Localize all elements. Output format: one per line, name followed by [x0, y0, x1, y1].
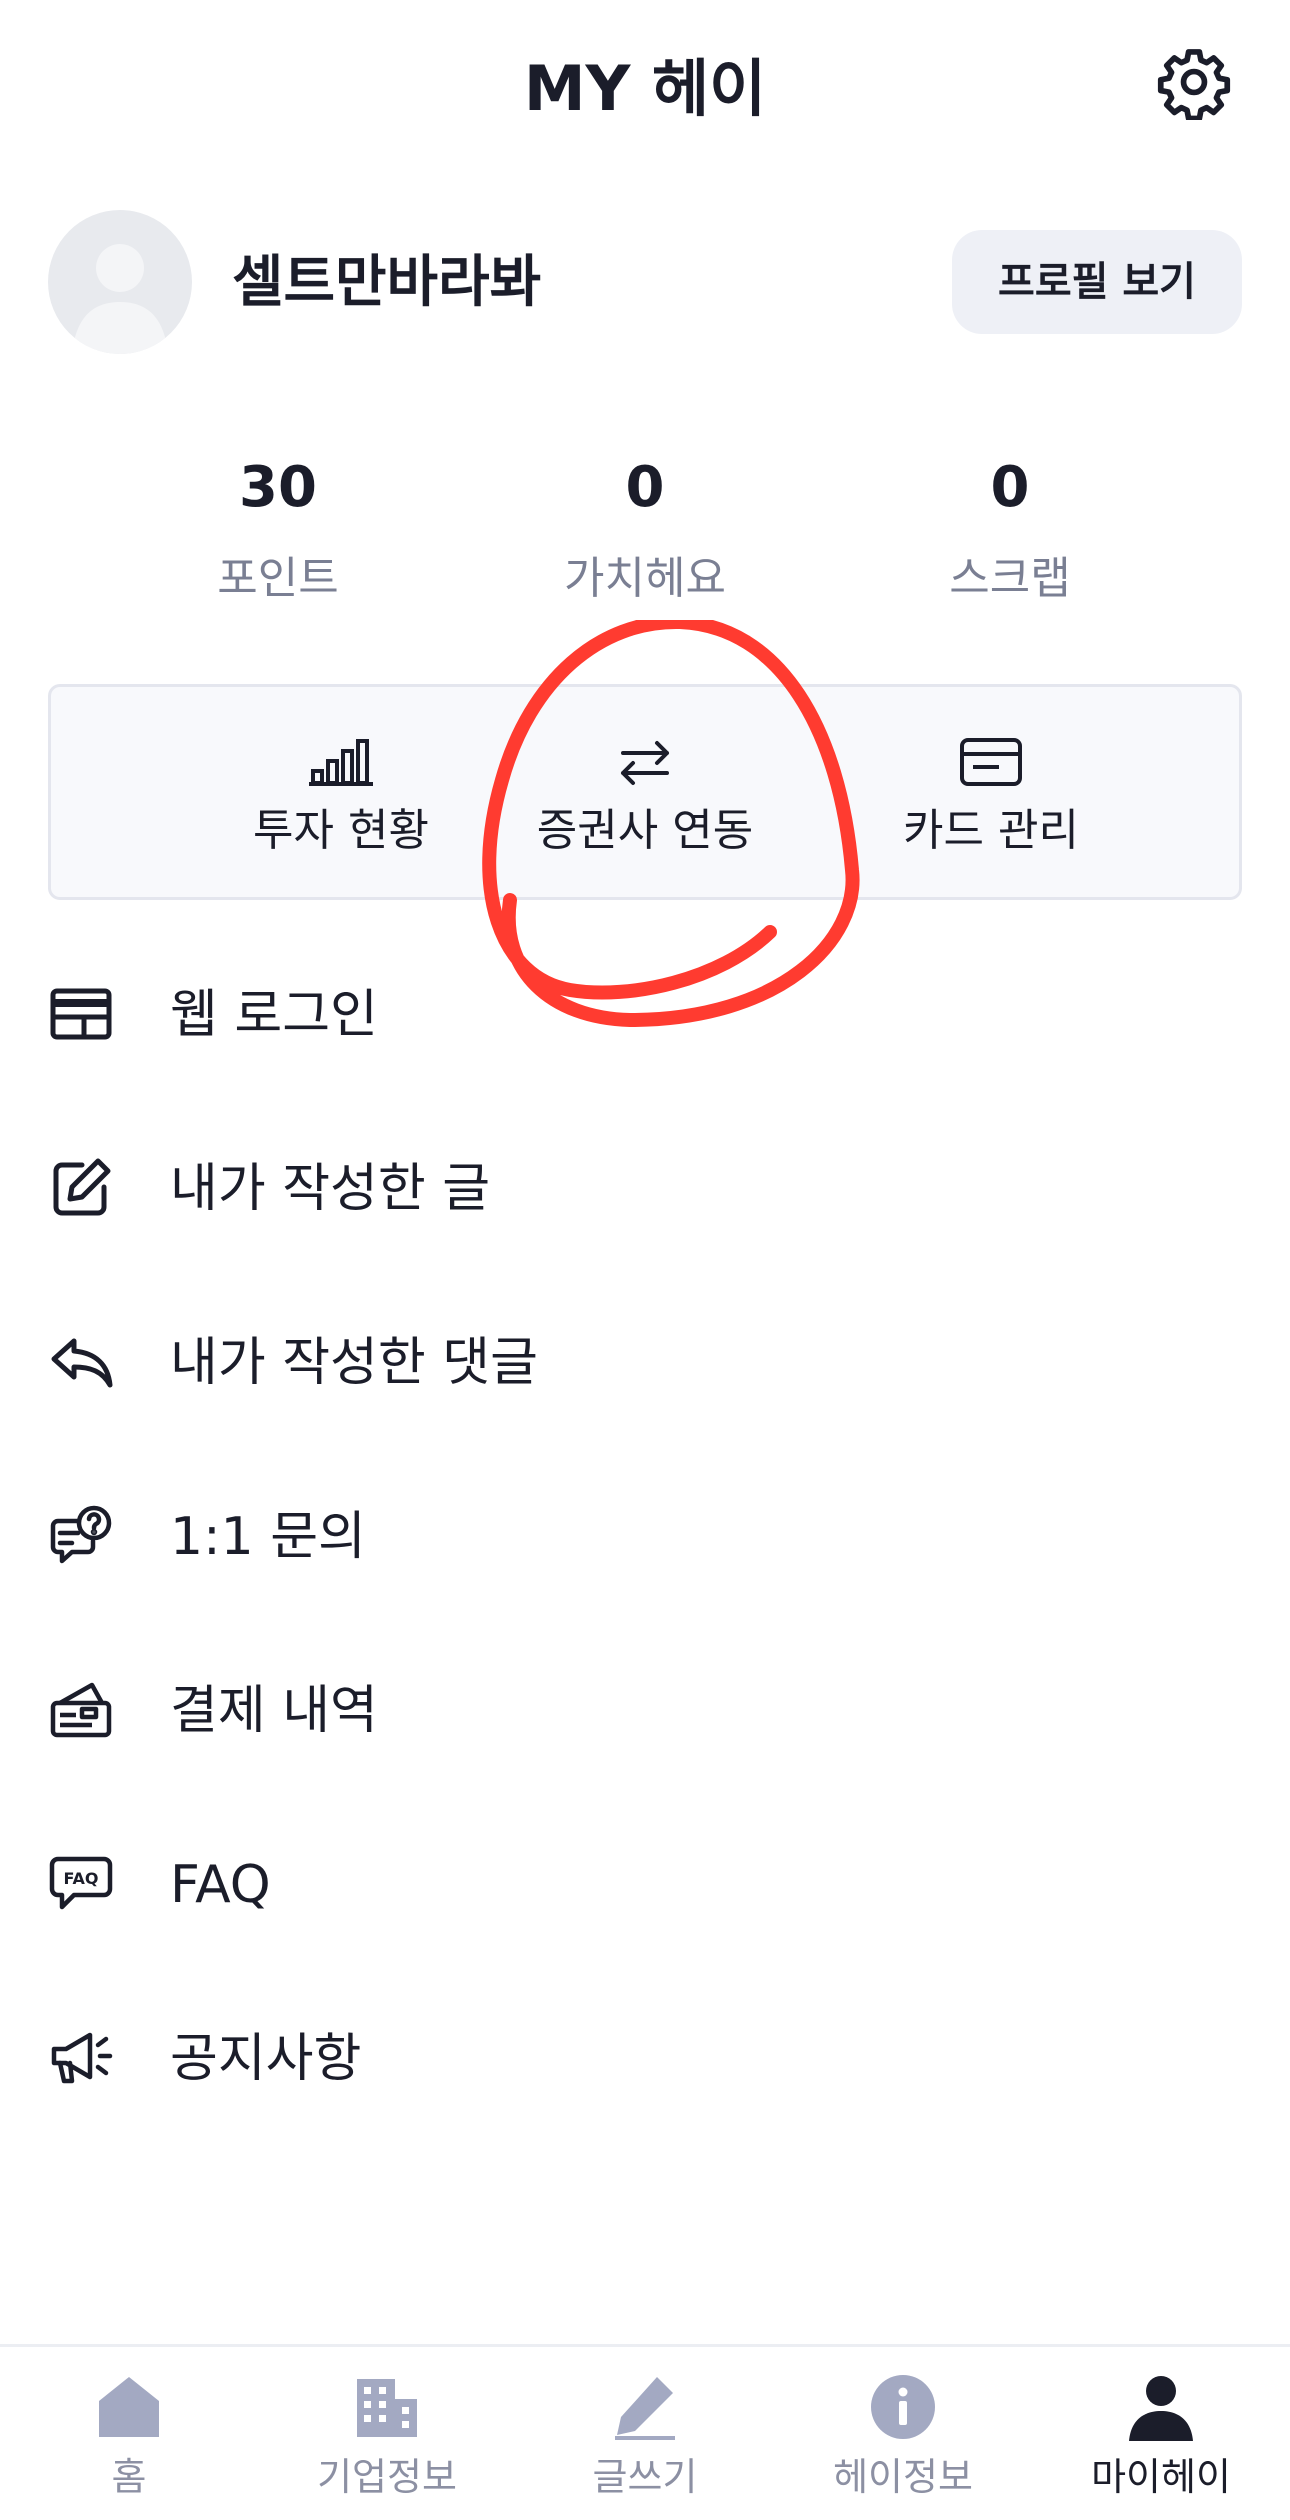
svg-text:FAQ: FAQ [63, 1869, 98, 1888]
menu-label: 웹 로그인 [170, 985, 378, 1045]
reply-icon [51, 1338, 113, 1388]
bottom-tab-bar: 홈 기업정보 글쓰기 헤이정보 마이헤이 [0, 2344, 1290, 2520]
tab-label: 글쓰기 [592, 2455, 698, 2499]
menu-label: 1:1 문의 [170, 1507, 366, 1567]
home-icon [99, 2377, 159, 2437]
likes-label: 가치헤요 [564, 553, 726, 604]
menu-my-comments[interactable]: 내가 작성한 댓글 [0, 1288, 1290, 1438]
tab-label: 홈 [111, 2455, 147, 2499]
scrap-value[interactable]: 0 [860, 448, 1160, 528]
menu-web-login[interactable]: 웹 로그인 [0, 940, 1290, 1090]
bar-chart-icon [309, 739, 373, 786]
gear-icon[interactable] [1156, 44, 1232, 120]
likes-value[interactable]: 0 [495, 448, 795, 528]
scrap-label: 스크랩 [949, 553, 1071, 604]
menu-label: FAQ [170, 1855, 271, 1915]
pencil-icon [615, 2377, 675, 2440]
menu-payment-history[interactable]: 결제 내역 [0, 1636, 1290, 1786]
menu-label: 내가 작성한 글 [170, 1159, 491, 1219]
menu-my-posts[interactable]: 내가 작성한 글 [0, 1114, 1290, 1264]
tab-label: 헤이정보 [833, 2455, 973, 2499]
info-icon [871, 2375, 935, 2439]
view-profile-button[interactable]: 프로필 보기 [952, 230, 1242, 334]
menu-inquiry[interactable]: 1:1 문의 [0, 1462, 1290, 1612]
nickname: 셀트만바라봐 [232, 250, 542, 315]
tab-label: 기업정보 [317, 2455, 457, 2499]
person-icon [1129, 2376, 1193, 2441]
menu-notice[interactable]: 공지사항 [0, 1984, 1290, 2134]
avatar[interactable] [48, 210, 192, 354]
tab-my-hey[interactable]: 마이헤이 [1032, 2347, 1290, 2520]
question-chat-icon [50, 1505, 112, 1564]
megaphone-icon [51, 2032, 113, 2084]
building-icon [357, 2379, 417, 2437]
edit-icon [53, 1158, 111, 1216]
menu-label: 결제 내역 [170, 1681, 378, 1741]
page-title: MY 헤이 [523, 52, 767, 125]
default-avatar-icon [72, 244, 168, 354]
menu-label: 공지사항 [170, 2029, 362, 2089]
tab-home[interactable]: 홈 [0, 2347, 258, 2520]
tab-label: 마이헤이 [1091, 2455, 1231, 2499]
tab-write[interactable]: 글쓰기 [516, 2347, 774, 2520]
credit-card-icon [960, 738, 1022, 786]
menu-faq[interactable]: FAQ FAQ [0, 1810, 1290, 1960]
points-value[interactable]: 30 [128, 448, 428, 528]
browser-window-icon [50, 988, 112, 1040]
wallet-icon [50, 1682, 112, 1738]
tab-hey-info[interactable]: 헤이정보 [774, 2347, 1032, 2520]
points-label: 포인트 [217, 553, 339, 604]
tab-company-info[interactable]: 기업정보 [258, 2347, 516, 2520]
menu-label: 내가 작성한 댓글 [170, 1333, 538, 1393]
faq-bubble-icon: FAQ [49, 1856, 113, 1910]
